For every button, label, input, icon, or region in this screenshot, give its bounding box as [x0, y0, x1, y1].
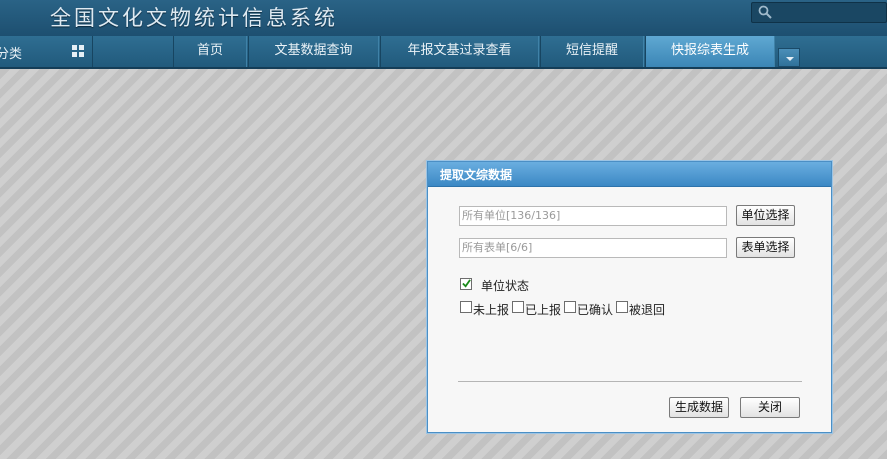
status-confirmed-checkbox[interactable]: [564, 301, 576, 313]
nav-category-label: 分类: [0, 47, 23, 62]
status-reported-label: 已上报: [525, 303, 562, 317]
generate-data-button[interactable]: 生成数据: [669, 397, 729, 418]
app-header: 全国文化文物统计信息系统: [0, 0, 887, 36]
main-nav: 分类 首页 文基数据查询 年报文基过录查看 短信提醒 快报综表生成: [0, 36, 887, 69]
nav-category-menu[interactable]: 分类: [0, 36, 93, 67]
status-reported-checkbox[interactable]: [512, 301, 524, 313]
dialog-header[interactable]: 提取文综数据: [428, 162, 831, 187]
status-not-reported-checkbox[interactable]: [460, 301, 472, 313]
form-select-button[interactable]: 表单选择: [736, 237, 795, 258]
grid-icon[interactable]: [72, 45, 84, 57]
tab-sms-reminder[interactable]: 短信提醒: [540, 36, 644, 67]
dialog-divider: [458, 381, 802, 382]
status-not-reported-label: 未上报: [473, 303, 510, 317]
tab-annual-report-view[interactable]: 年报文基过录查看: [380, 36, 539, 67]
nav-more-button[interactable]: [778, 48, 800, 67]
search-box[interactable]: [751, 2, 887, 23]
status-returned-checkbox[interactable]: [616, 301, 628, 313]
unit-status-checkbox[interactable]: [460, 278, 472, 290]
form-field[interactable]: 所有表单[6/6]: [459, 238, 727, 258]
search-input[interactable]: [776, 5, 882, 20]
search-icon[interactable]: [758, 5, 772, 19]
status-confirmed-label: 已确认: [577, 303, 614, 317]
close-button[interactable]: 关闭: [740, 397, 800, 418]
tab-home[interactable]: 首页: [173, 36, 247, 67]
check-icon: [462, 279, 471, 288]
unit-status-label: 单位状态: [481, 279, 530, 293]
app-title: 全国文化文物统计信息系统: [50, 6, 338, 30]
tab-quick-report[interactable]: 快报综表生成: [645, 36, 775, 67]
unit-select-button[interactable]: 单位选择: [736, 205, 795, 226]
dialog-title: 提取文综数据: [440, 168, 513, 182]
unit-field[interactable]: 所有单位[136/136]: [459, 206, 727, 226]
tab-data-query[interactable]: 文基数据查询: [248, 36, 379, 67]
chevron-down-icon: [786, 57, 794, 61]
status-returned-label: 被退回: [629, 303, 666, 317]
extract-data-dialog: 提取文综数据 所有单位[136/136] 单位选择 所有表单[6/6] 表单选择…: [427, 161, 832, 433]
